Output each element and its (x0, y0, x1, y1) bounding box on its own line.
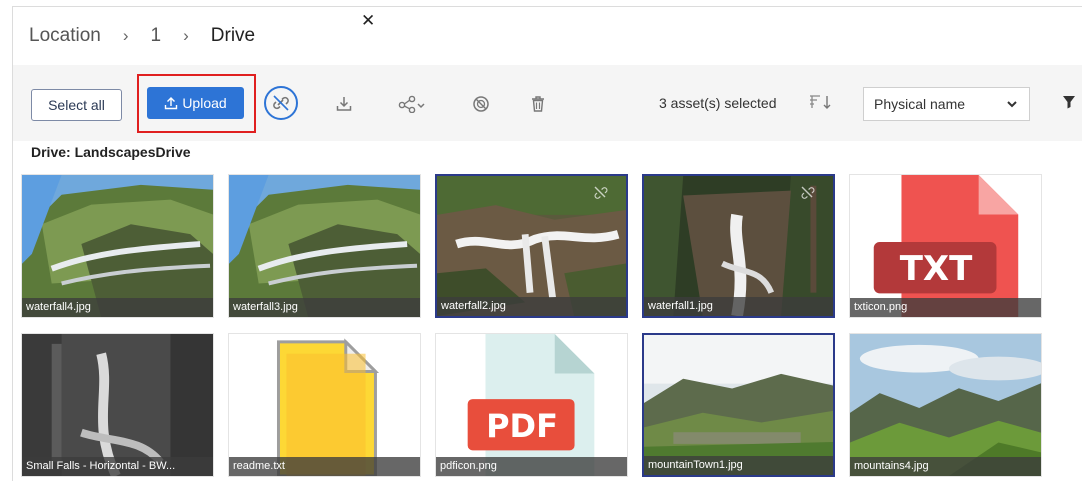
asset-name: mountainTown1.jpg (644, 456, 833, 475)
asset-tile[interactable]: Small Falls - Horizontal - BW... (21, 333, 214, 477)
asset-name: waterfall4.jpg (22, 298, 213, 317)
upload-icon (165, 97, 178, 110)
unlink-icon[interactable] (264, 86, 298, 120)
sort-select[interactable]: Physical name (863, 87, 1030, 121)
asset-browser: Location › 1 › Drive ✕ Select all Upload (12, 6, 1082, 481)
upload-button[interactable]: Upload (147, 87, 244, 119)
breadcrumb-current: Drive (210, 25, 256, 46)
asset-tile[interactable]: readme.txt (228, 333, 421, 477)
asset-name: waterfall3.jpg (229, 298, 420, 317)
breadcrumb-folder[interactable]: 1 (151, 25, 162, 47)
asset-thumbnail (22, 334, 213, 476)
download-icon[interactable] (331, 91, 357, 117)
asset-thumbnail (229, 175, 420, 317)
asset-tile[interactable]: mountainTown1.jpg (642, 333, 835, 477)
sort-select-value: Physical name (874, 96, 966, 112)
asset-name: waterfall2.jpg (437, 297, 626, 316)
asset-name: txticon.png (850, 298, 1041, 317)
share-icon[interactable] (395, 91, 429, 117)
asset-tile[interactable]: TXT txticon.png (849, 174, 1042, 318)
asset-name: mountains4.jpg (850, 457, 1041, 476)
unlink-icon (594, 186, 608, 199)
asset-name: Small Falls - Horizontal - BW... (22, 457, 213, 476)
sort-order-icon[interactable] (808, 93, 834, 116)
toolbar: Select all Upload 3 asset(s) selected Ph… (13, 65, 1082, 141)
asset-thumbnail (644, 335, 833, 475)
unlink-icon (801, 186, 815, 199)
asset-thumbnail (22, 175, 213, 317)
drive-prefix: Drive: (31, 144, 71, 160)
asset-tile[interactable]: waterfall1.jpg (642, 174, 835, 318)
asset-tile[interactable]: PDF pdficon.png (435, 333, 628, 477)
upload-label: Upload (182, 95, 227, 111)
asset-tile[interactable]: waterfall3.jpg (228, 174, 421, 318)
selected-count: 3 asset(s) selected (659, 95, 777, 111)
pdf-badge-label: PDF (486, 407, 558, 445)
asset-thumbnail (229, 334, 420, 476)
asset-tile[interactable]: mountains4.jpg (849, 333, 1042, 477)
filter-icon[interactable] (1062, 94, 1076, 115)
chevron-down-icon (1007, 101, 1017, 108)
close-icon[interactable]: ✕ (361, 11, 375, 31)
drive-label: Drive: LandscapesDrive (31, 144, 191, 160)
trash-icon[interactable] (525, 91, 551, 117)
breadcrumb-separator: › (122, 26, 129, 45)
breadcrumb-location[interactable]: Location (29, 25, 101, 47)
breadcrumb: Location › 1 › Drive (13, 7, 1082, 65)
select-all-button[interactable]: Select all (31, 89, 122, 121)
asset-thumbnail (850, 334, 1041, 476)
breadcrumb-separator: › (183, 26, 189, 45)
asset-tile[interactable]: waterfall4.jpg (21, 174, 214, 318)
asset-name: waterfall1.jpg (644, 297, 833, 316)
asset-name: readme.txt (229, 457, 420, 476)
drive-name: LandscapesDrive (74, 144, 191, 160)
txt-badge-label: TXT (899, 249, 973, 289)
asset-name: pdficon.png (436, 457, 627, 476)
asset-tile[interactable]: waterfall2.jpg (435, 174, 628, 318)
block-icon[interactable] (468, 91, 494, 117)
